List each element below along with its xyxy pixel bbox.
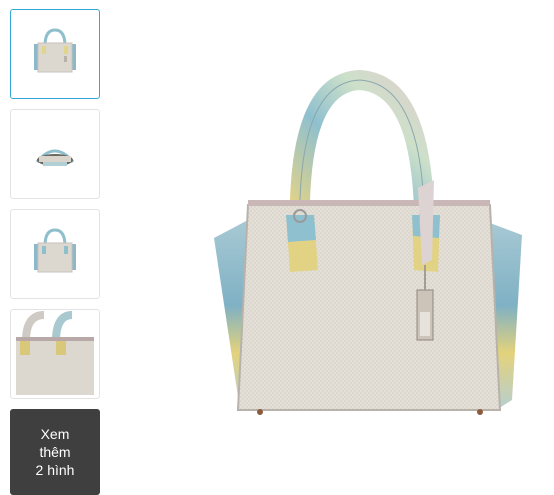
main-product-image[interactable]	[200, 60, 540, 440]
product-image-gallery: Xem thêm 2 hình	[0, 0, 554, 495]
thumbnail-3[interactable]	[10, 209, 100, 299]
handbag-front-icon	[34, 28, 76, 73]
more-line-3: 2 hình	[35, 462, 75, 478]
handbag-back-icon	[34, 228, 76, 273]
handbag-closeup-icon	[16, 311, 94, 395]
view-more-images-button[interactable]: Xem thêm 2 hình	[10, 409, 100, 495]
thumbnail-2[interactable]	[10, 109, 100, 199]
thumbnail-4[interactable]	[10, 309, 100, 399]
handbag-top-icon	[35, 149, 75, 166]
thumbnail-1[interactable]	[10, 9, 100, 99]
handbag-image	[214, 69, 522, 415]
more-line-2: thêm	[39, 444, 71, 460]
more-line-1: Xem	[40, 426, 70, 442]
